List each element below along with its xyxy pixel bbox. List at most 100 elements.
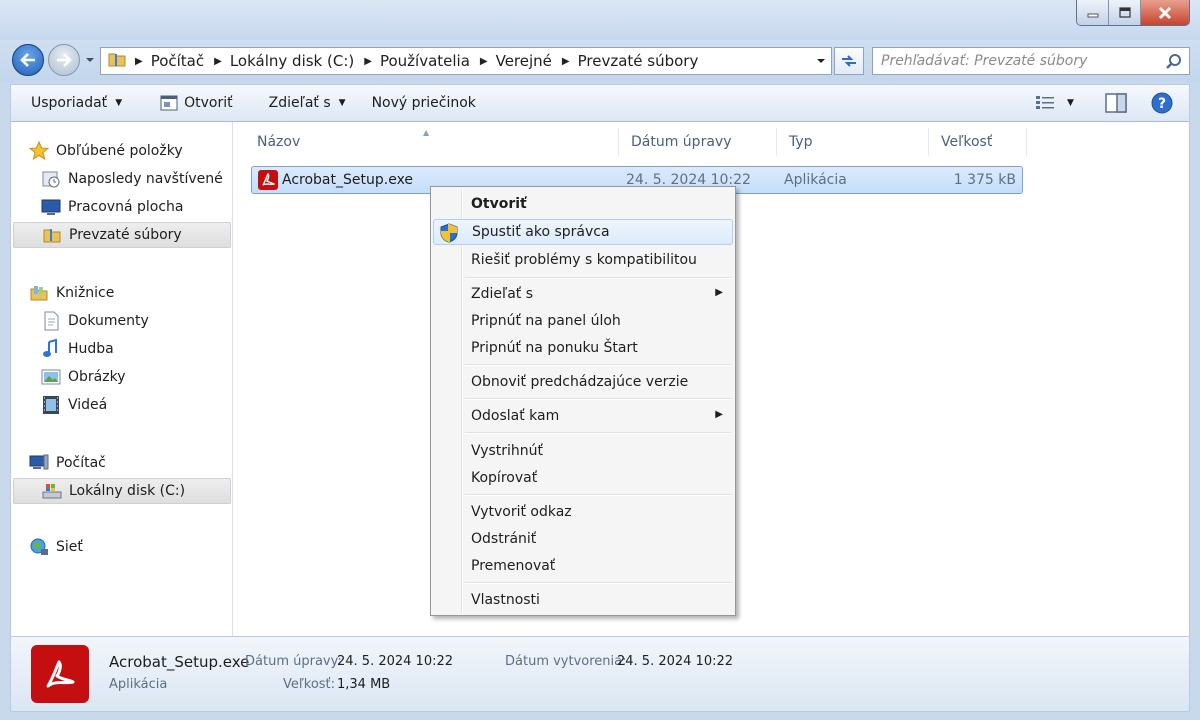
file-name: Acrobat_Setup.exe <box>282 172 414 188</box>
column-header-name-label: Názov <box>257 134 301 150</box>
nav-pictures[interactable]: Obrázky <box>41 364 259 390</box>
menu-item-run-as-admin[interactable]: Spustiť ako správca <box>433 219 733 245</box>
column-header-date[interactable]: Dátum úpravy <box>619 128 777 156</box>
new-folder-label: Nový priečinok <box>371 95 476 111</box>
menu-item-troubleshoot-compat-label: Riešiť problémy s kompatibilitou <box>471 252 697 268</box>
menu-item-properties[interactable]: Vlastnosti <box>433 587 733 613</box>
film-icon <box>41 395 61 415</box>
address-row: ▶ Počítač ▶ Lokálny disk (C:) ▶ Používat… <box>0 40 1200 82</box>
new-folder-button[interactable]: Nový priečinok <box>360 85 488 121</box>
preview-pane-button[interactable] <box>1105 91 1127 115</box>
maximize-icon <box>1118 6 1131 18</box>
star-icon <box>29 141 49 161</box>
close-icon <box>1158 6 1172 19</box>
context-menu: Otvoriť Spustiť ako správca Riešiť probl… <box>430 186 736 616</box>
breadcrumb-item[interactable]: Počítač <box>147 52 210 70</box>
nav-network[interactable]: Sieť <box>29 534 247 560</box>
minimize-button[interactable] <box>1077 0 1109 25</box>
column-header-date-label: Dátum úpravy <box>631 134 732 150</box>
menu-item-rename-label: Premenovať <box>471 558 556 574</box>
libraries-icon <box>29 283 49 303</box>
breadcrumb-separator[interactable]: ▶ <box>131 56 147 67</box>
column-header-size[interactable]: Veľkosť <box>929 128 1027 156</box>
address-bar[interactable]: ▶ Počítač ▶ Lokálny disk (C:) ▶ Používat… <box>100 47 832 75</box>
nav-libraries[interactable]: Knižnice <box>29 280 247 306</box>
menu-separator <box>465 277 731 279</box>
pdf-app-icon <box>31 645 89 703</box>
details-pane: Acrobat_Setup.exe Aplikácia Dátum úpravy… <box>10 636 1190 712</box>
recent-places-icon <box>41 169 61 189</box>
nav-documents[interactable]: Dokumenty <box>41 308 259 334</box>
menu-item-properties-label: Vlastnosti <box>471 592 540 608</box>
menu-item-delete[interactable]: Odstrániť <box>433 526 733 552</box>
nav-pictures-label: Obrázky <box>68 369 126 385</box>
nav-music[interactable]: Hudba <box>41 336 259 362</box>
address-dropdown[interactable] <box>815 55 827 71</box>
recent-pages-dropdown[interactable] <box>84 54 96 66</box>
maximize-button[interactable] <box>1109 0 1141 25</box>
column-header-size-label: Veľkosť <box>941 134 993 150</box>
nav-favorites-label: Obľúbené položky <box>56 143 183 159</box>
column-header-name[interactable]: Názov ▲ <box>245 128 619 156</box>
breadcrumb-item[interactable]: Verejné <box>492 52 558 70</box>
details-modified-value: 24. 5. 2024 10:22 <box>337 654 454 669</box>
menu-item-open-label: Otvoriť <box>471 196 527 212</box>
arrow-right-icon <box>57 53 72 67</box>
nav-favorites[interactable]: Obľúbené položky <box>29 138 247 164</box>
menu-item-restore-versions[interactable]: Obnoviť predchádzajúce verzie <box>433 369 733 395</box>
open-button[interactable]: Otvoriť <box>148 85 245 121</box>
menu-item-create-shortcut-label: Vytvoriť odkaz <box>471 504 572 520</box>
details-size-value: 1,34 MB <box>337 677 391 692</box>
column-header-type[interactable]: Typ <box>777 128 929 156</box>
breadcrumb-separator[interactable]: ▶ <box>558 56 574 67</box>
document-icon <box>41 311 61 331</box>
breadcrumb-separator[interactable]: ▶ <box>476 56 492 67</box>
submenu-arrow-icon: ▶ <box>715 409 723 420</box>
menu-item-rename[interactable]: Premenovať <box>433 553 733 579</box>
share-button[interactable]: Zdieľať s ▼ <box>257 85 358 121</box>
nav-computer-label: Počítač <box>56 455 106 471</box>
menu-item-pin-taskbar[interactable]: Pripnúť na panel úloh <box>433 308 733 334</box>
breadcrumb-item[interactable]: Prevzaté súbory <box>574 52 705 70</box>
nav-documents-label: Dokumenty <box>68 313 149 329</box>
share-label: Zdieľať s <box>268 95 331 111</box>
search-input[interactable] <box>881 53 1161 69</box>
refresh-button[interactable] <box>834 47 864 75</box>
help-icon: ? <box>1151 92 1173 114</box>
open-label: Otvoriť <box>184 95 233 111</box>
breadcrumb-item[interactable]: Lokálny disk (C:) <box>226 52 360 70</box>
menu-item-open[interactable]: Otvoriť <box>433 191 733 217</box>
breadcrumb-separator[interactable]: ▶ <box>210 56 226 67</box>
menu-item-pin-start[interactable]: Pripnúť na ponuku Štart <box>433 335 733 361</box>
close-button[interactable] <box>1141 0 1189 25</box>
chevron-down-icon: ▼ <box>1067 98 1074 108</box>
menu-item-send-to[interactable]: Odoslať kam ▶ <box>433 403 733 429</box>
menu-item-troubleshoot-compat[interactable]: Riešiť problémy s kompatibilitou <box>433 247 733 273</box>
nav-desktop[interactable]: Pracovná plocha <box>41 194 259 220</box>
search-icon[interactable] <box>1165 53 1183 75</box>
nav-videos[interactable]: Videá <box>41 392 259 418</box>
forward-button[interactable] <box>48 44 80 76</box>
menu-item-cut[interactable]: Vystrihnúť <box>433 438 733 464</box>
network-icon <box>29 537 49 557</box>
sort-ascending-icon: ▲ <box>423 128 430 137</box>
menu-separator <box>465 364 731 366</box>
view-options-button[interactable]: ▼ <box>1035 91 1074 115</box>
nav-computer[interactable]: Počítač <box>29 450 247 476</box>
breadcrumb-item[interactable]: Používatelia <box>376 52 476 70</box>
menu-item-share-with-label: Zdieľať s <box>471 286 534 302</box>
nav-local-disk[interactable]: Lokálny disk (C:) <box>13 478 231 504</box>
help-button[interactable]: ? <box>1151 91 1173 115</box>
search-box[interactable] <box>872 47 1190 75</box>
menu-item-copy[interactable]: Kopírovať <box>433 465 733 491</box>
menu-item-share-with[interactable]: Zdieľať s ▶ <box>433 281 733 307</box>
chevron-down-icon <box>817 59 825 63</box>
nav-downloads[interactable]: Prevzaté súbory <box>13 222 231 248</box>
breadcrumb-separator[interactable]: ▶ <box>360 56 376 67</box>
organize-button[interactable]: Usporiadať ▼ <box>11 85 134 121</box>
back-button[interactable] <box>12 44 44 76</box>
nav-recent-places[interactable]: Naposledy navštívené <box>41 166 259 192</box>
menu-item-create-shortcut[interactable]: Vytvoriť odkaz <box>433 499 733 525</box>
pdf-icon <box>258 170 278 194</box>
organize-label: Usporiadať <box>31 95 108 111</box>
